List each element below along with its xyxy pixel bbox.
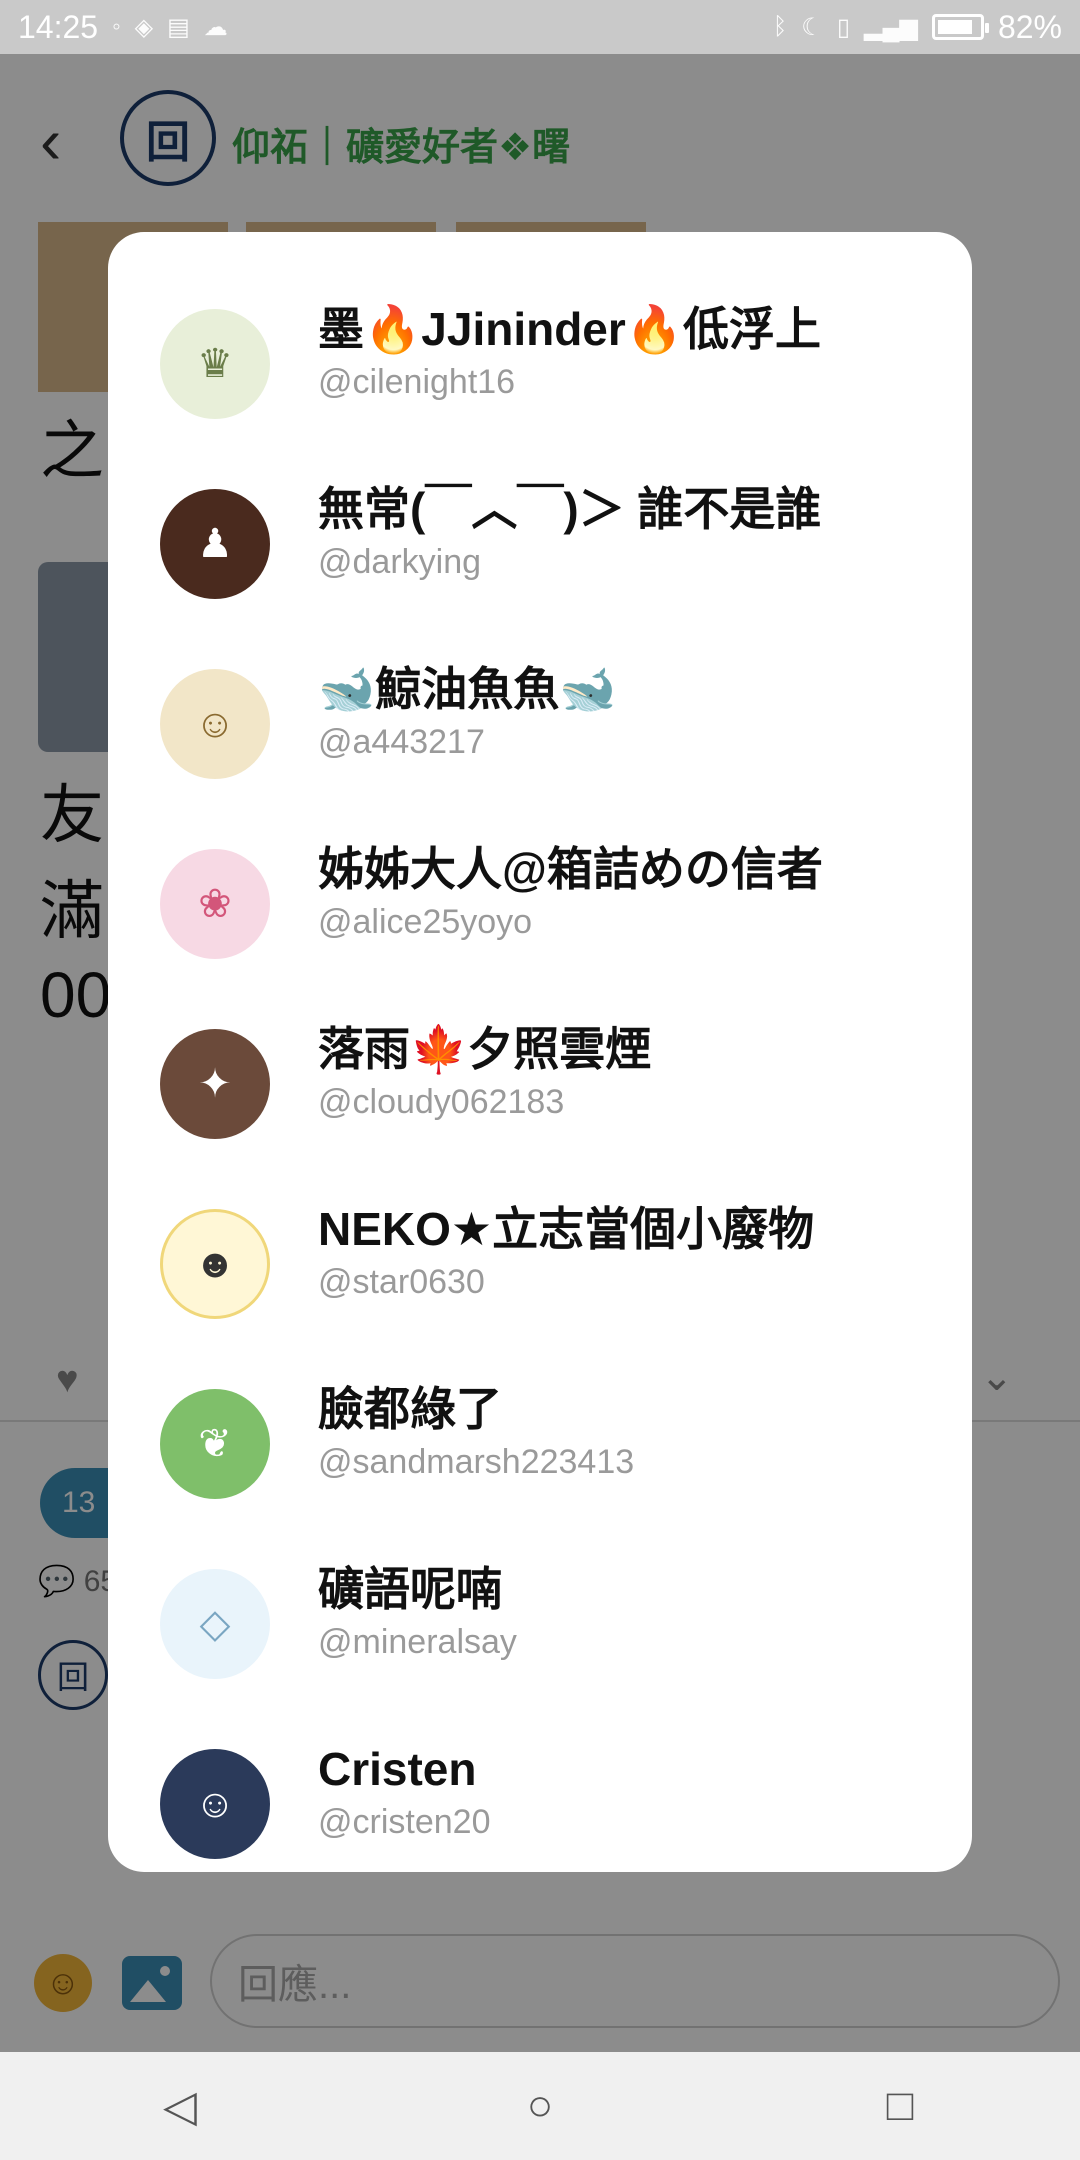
liker-row[interactable]: ◇ 礦語呢喃 @mineralsay <box>108 1534 972 1714</box>
liker-texts: 🐋鯨油魚魚🐋 @a443217 <box>318 662 952 762</box>
liker-row[interactable]: ♟ 無常(￣︿￣)＞ 誰不是誰 @darkying <box>108 454 972 634</box>
liker-handle: @darkying <box>318 543 482 582</box>
game-icon: ◈ <box>134 13 154 41</box>
liker-row[interactable]: ☺ 🐋鯨油魚魚🐋 @a443217 <box>108 634 972 814</box>
liker-handle: @a443217 <box>318 723 485 762</box>
liker-name: 🐋鯨油魚魚🐋 <box>318 663 617 715</box>
battery-icon <box>931 14 989 40</box>
nav-recent-icon[interactable]: □ <box>860 2081 940 2131</box>
liker-texts: NEKO★立志當個小廢物 @star0630 <box>318 1202 952 1302</box>
nav-back-icon[interactable]: ◁ <box>140 2081 220 2132</box>
battery-percent: 82% <box>997 8 1062 45</box>
liker-handle: @alice25yoyo <box>318 903 533 942</box>
liker-handle: @cloudy062183 <box>318 1083 565 1122</box>
liker-avatar: ☺ <box>160 1749 270 1859</box>
liker-avatar: ✦ <box>160 1029 270 1139</box>
liker-name: Cristen <box>318 1743 477 1795</box>
liker-name: 無常(￣︿￣)＞ 誰不是誰 <box>318 483 822 535</box>
nav-home-icon[interactable]: ○ <box>500 2081 580 2131</box>
status-bar: 14:25 ◦ ◈ ▤ ☁ ᛒ ☾ ▯ ▂▄▆ 82% <box>0 0 1080 54</box>
liker-avatar: ❀ <box>160 849 270 959</box>
liker-avatar: ♟ <box>160 489 270 599</box>
liker-row[interactable]: ♛ 墨🔥JJininder🔥低浮上 @cilenight16 <box>108 274 972 454</box>
liker-avatar: ❦ <box>160 1389 270 1499</box>
cloud-icon: ☁ <box>203 13 228 41</box>
liker-texts: 落雨🍁夕照雲煙 @cloudy062183 <box>318 1022 952 1122</box>
liker-texts: 姊姊大人@箱詰めの信者 @alice25yoyo <box>318 842 952 942</box>
battery-fill <box>937 20 972 34</box>
liker-row[interactable]: ☻ NEKO★立志當個小廢物 @star0630 <box>108 1174 972 1354</box>
liker-name: 墨🔥JJininder🔥低浮上 <box>318 303 822 355</box>
liker-row[interactable]: ☺ Cristen @cristen20 <box>108 1714 972 1872</box>
system-nav-bar: ◁ ○ □ <box>0 2052 1080 2160</box>
liker-name: 落雨🍁夕照雲煙 <box>318 1023 652 1075</box>
liker-name: 臉都綠了 <box>318 1383 502 1435</box>
notification-icon: ◦ <box>112 13 121 40</box>
status-time: 14:25 <box>18 8 99 45</box>
liker-avatar: ☺ <box>160 669 270 779</box>
liker-handle: @cristen20 <box>318 1803 491 1842</box>
liker-handle: @mineralsay <box>318 1623 517 1662</box>
liker-texts: Cristen @cristen20 <box>318 1742 952 1842</box>
liker-avatar: ☻ <box>160 1209 270 1319</box>
liker-handle: @sandmarsh223413 <box>318 1443 635 1482</box>
liker-handle: @star0630 <box>318 1263 485 1302</box>
vibrate-icon: ▯ <box>836 13 851 41</box>
liker-texts: 墨🔥JJininder🔥低浮上 @cilenight16 <box>318 302 952 402</box>
storage-icon: ▤ <box>167 13 190 41</box>
liker-name: NEKO★立志當個小廢物 <box>318 1203 815 1255</box>
liker-name: 礦語呢喃 <box>318 1563 502 1615</box>
liker-row[interactable]: ❀ 姊姊大人@箱詰めの信者 @alice25yoyo <box>108 814 972 994</box>
liker-row[interactable]: ❦ 臉都綠了 @sandmarsh223413 <box>108 1354 972 1534</box>
liker-texts: 臉都綠了 @sandmarsh223413 <box>318 1382 952 1482</box>
liker-name: 姊姊大人@箱詰めの信者 <box>318 843 823 895</box>
status-left: 14:25 ◦ ◈ ▤ ☁ <box>18 9 228 46</box>
moon-icon: ☾ <box>801 13 823 41</box>
liker-avatar: ◇ <box>160 1569 270 1679</box>
liker-texts: 無常(￣︿￣)＞ 誰不是誰 @darkying <box>318 482 952 582</box>
liker-avatar: ♛ <box>160 309 270 419</box>
bluetooth-icon: ᛒ <box>772 13 788 40</box>
signal-4g-icon: ▂▄▆ <box>864 13 918 41</box>
liker-texts: 礦語呢喃 @mineralsay <box>318 1562 952 1662</box>
status-right: ᛒ ☾ ▯ ▂▄▆ 82% <box>773 9 1062 46</box>
liker-handle: @cilenight16 <box>318 363 516 402</box>
liker-row[interactable]: ✦ 落雨🍁夕照雲煙 @cloudy062183 <box>108 994 972 1174</box>
likers-dialog: ♛ 墨🔥JJininder🔥低浮上 @cilenight16 ♟ 無常(￣︿￣)… <box>108 232 972 1872</box>
